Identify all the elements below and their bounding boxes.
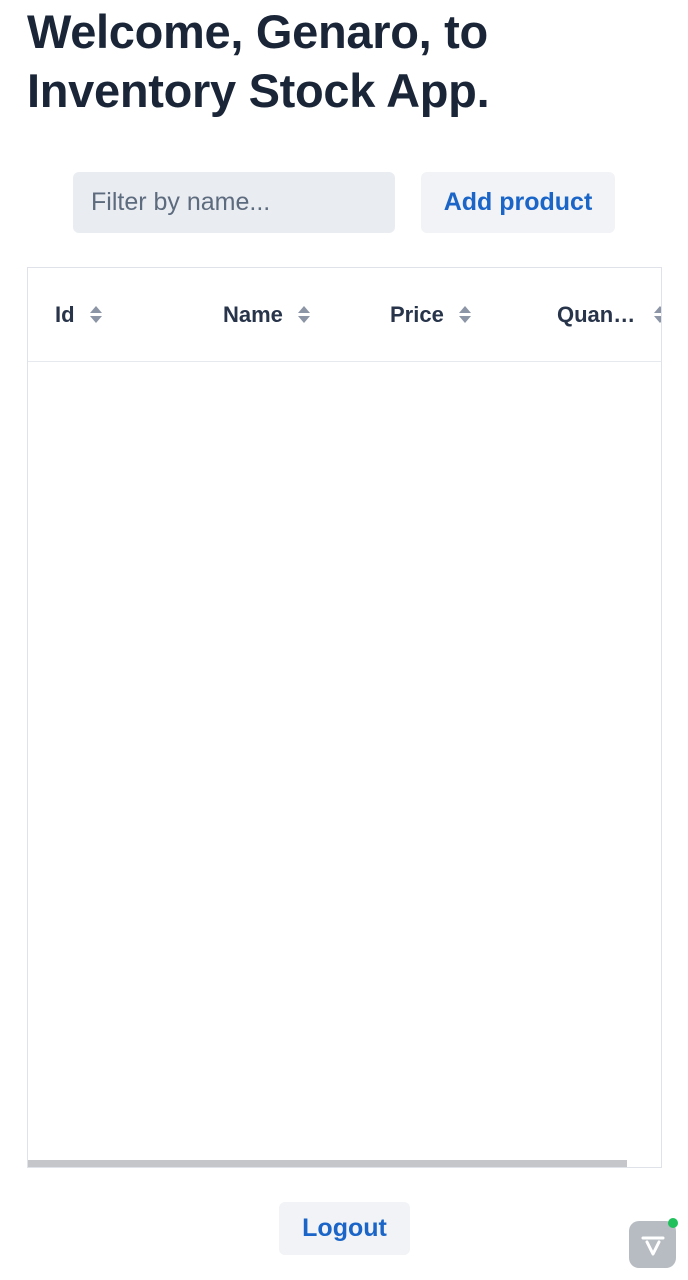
logout-button[interactable]: Logout — [279, 1202, 410, 1255]
page-title: Welcome, Genaro, to Inventory Stock App. — [27, 5, 490, 117]
column-header-name[interactable]: Name — [223, 268, 310, 361]
grid-body — [28, 362, 661, 1162]
horizontal-scrollbar[interactable] — [28, 1160, 661, 1167]
toolbar: Add product — [0, 172, 688, 234]
products-grid: Id Name Price Quantity — [27, 267, 662, 1168]
filter-by-name-input[interactable] — [73, 172, 395, 233]
sort-arrows-icon[interactable] — [297, 306, 310, 323]
column-label: Quantity — [557, 301, 639, 327]
column-header-id[interactable]: Id — [55, 268, 102, 361]
add-product-button[interactable]: Add product — [421, 172, 615, 233]
sort-arrows-icon[interactable] — [654, 306, 661, 323]
column-label: Id — [55, 301, 75, 327]
grid-header: Id Name Price Quantity — [28, 268, 661, 362]
column-header-quantity[interactable]: Quantity — [557, 268, 661, 361]
dev-tools-badge[interactable] — [629, 1218, 678, 1268]
status-dot — [668, 1218, 678, 1228]
scrollbar-thumb[interactable] — [28, 1160, 627, 1167]
column-label: Price — [390, 301, 444, 327]
sort-arrows-icon[interactable] — [458, 306, 471, 323]
sort-arrows-icon[interactable] — [89, 306, 102, 323]
column-label: Name — [223, 301, 283, 327]
dev-tools-icon — [641, 1236, 664, 1255]
column-header-price[interactable]: Price — [390, 268, 471, 361]
